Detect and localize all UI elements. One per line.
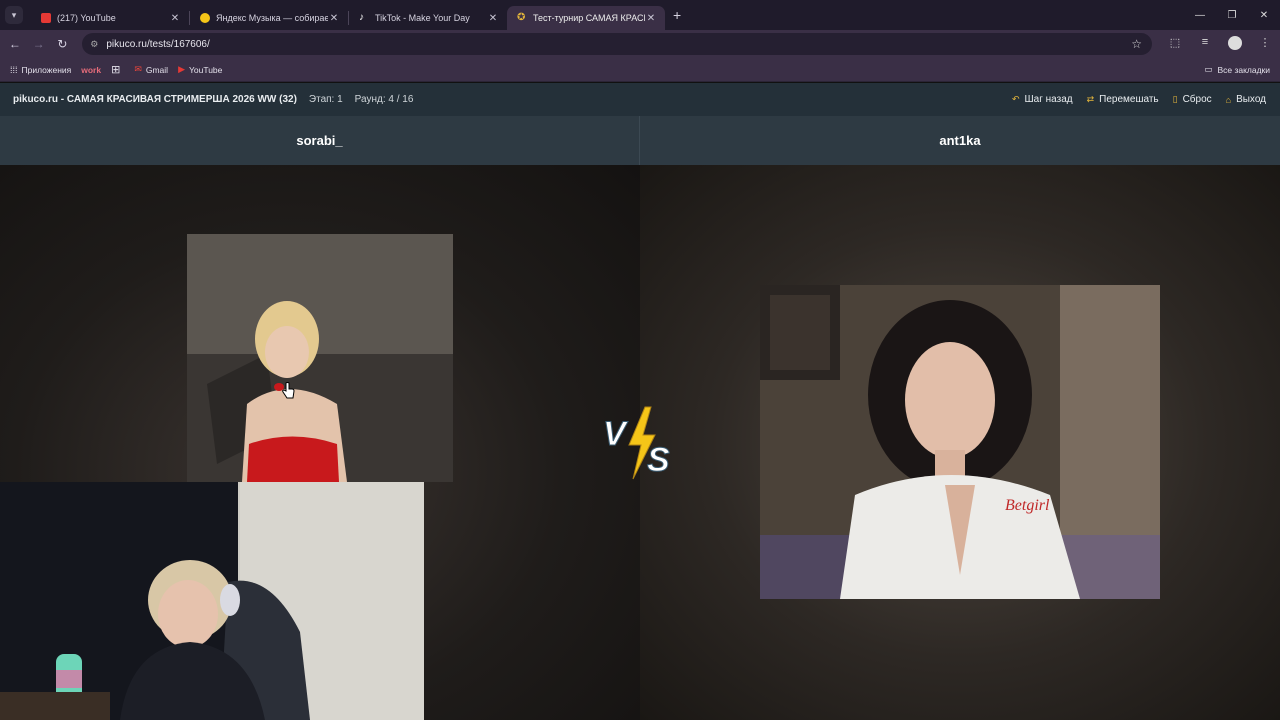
tab-close-icon[interactable]: ✕ [169, 13, 181, 24]
streamer-webcam-overlay [0, 482, 424, 720]
all-bookmarks[interactable]: ▭ Все закладки [1204, 64, 1270, 75]
extensions-icon[interactable]: ⬚ [1160, 36, 1190, 53]
vs-letter-s: S [647, 441, 670, 479]
tab-tiktok[interactable]: ♪ TikTok - Make Your Day ✕ [349, 6, 507, 30]
all-bookmarks-label: Все закладки [1217, 64, 1270, 75]
header-actions: ↶ Шаг назад ⇄ Перемешать ▯ Сброс ⌂ Выход [998, 94, 1266, 105]
profile-avatar[interactable] [1220, 35, 1250, 53]
bookmark-label: Приложения [21, 64, 72, 75]
menu-kebab-icon[interactable]: ⋮ [1250, 36, 1280, 53]
contestant-name-right[interactable]: ant1ka [640, 116, 1280, 165]
omnibox[interactable]: ⚙ pikuco.ru/tests/167606/ ☆ [82, 33, 1152, 55]
bookmark-youtube[interactable]: ▶ YouTube [178, 64, 222, 75]
tab-close-icon[interactable]: ✕ [645, 13, 657, 24]
reload-icon[interactable]: ↻ [51, 37, 75, 51]
tab-title: (217) YouTube [57, 13, 116, 23]
reset-label: Сброс [1182, 94, 1212, 105]
step-back-label: Шаг назад [1024, 94, 1073, 105]
photo-left-illustration [187, 234, 453, 482]
gmail-icon: ✉ [134, 64, 142, 74]
shirt-logo-text: Betgirl [1005, 497, 1050, 514]
contestant-photo-left[interactable] [187, 234, 453, 482]
contestant-names-bar: sorabi_ ant1ka [0, 116, 1280, 165]
toolbar-right: ⬚ ≡ ⋮ [1160, 35, 1280, 53]
apps-icon: ⁞⁞⁞ [10, 64, 18, 75]
tab-search-icon[interactable]: ▾ [5, 6, 23, 24]
hand-cursor-icon [282, 382, 295, 399]
shuffle-icon: ⇄ [1086, 94, 1095, 104]
tiktok-favicon-icon: ♪ [359, 12, 364, 23]
bookmark-label: Gmail [145, 64, 169, 75]
bookmark-apps[interactable]: ⁞⁞⁞ Приложения [10, 65, 71, 75]
youtube-favicon-icon [41, 13, 51, 23]
tournament-header: pikuco.ru - САМАЯ КРАСИВАЯ СТРИМЕРША 202… [0, 83, 1280, 116]
window-controls: — ❐ ✕ [1184, 0, 1280, 30]
forward-arrow-icon[interactable]: → [27, 37, 51, 51]
exit-label: Выход [1236, 94, 1266, 105]
minimize-icon[interactable]: — [1184, 0, 1216, 30]
bookmark-grid[interactable]: ⊞ [111, 63, 124, 76]
tab-pikuco[interactable]: ✪ Тест-турнир САМАЯ КРАСИВА ✕ [507, 6, 665, 30]
youtube-icon: ▶ [178, 64, 185, 74]
shuffle-button[interactable]: ⇄ Перемешать [1087, 94, 1159, 105]
exit-button[interactable]: ⌂ Выход [1226, 94, 1266, 105]
new-tab-plus-icon[interactable]: + [673, 7, 681, 23]
bookmark-star-icon[interactable]: ☆ [1131, 37, 1142, 51]
tab-youtube[interactable]: (217) YouTube ✕ [31, 6, 189, 30]
pikuco-favicon-icon: ✪ [517, 12, 526, 23]
media-controls-icon[interactable]: ≡ [1190, 36, 1220, 53]
tab-close-icon[interactable]: ✕ [328, 13, 340, 24]
bookmark-gmail[interactable]: ✉ Gmail [134, 64, 168, 75]
site-settings-icon[interactable]: ⚙ [90, 39, 98, 50]
photo-right-illustration: Betgirl [760, 285, 1160, 599]
back-arrow-icon[interactable]: ← [3, 37, 27, 51]
grid-icon: ⊞ [111, 64, 121, 76]
bookmark-work[interactable]: work [81, 65, 101, 75]
bookmarks-bar: ⁞⁞⁞ Приложения work ⊞ ✉ Gmail ▶ YouTube … [0, 58, 1280, 82]
vs-letter-v: V [603, 415, 629, 453]
tab-title: Яндекс Музыка — собираем м [216, 13, 328, 23]
webcam-illustration [0, 482, 424, 720]
home-icon: ⌂ [1225, 94, 1232, 105]
undo-icon: ↶ [1011, 94, 1020, 104]
tab-yandex-music[interactable]: Яндекс Музыка — собираем м ✕ [190, 6, 348, 30]
stage-label: Этап: 1 [308, 94, 343, 105]
contestant-photo-right[interactable]: Betgirl [760, 285, 1160, 599]
restore-icon[interactable]: ❐ [1216, 0, 1248, 30]
bookmark-label: work [81, 64, 102, 75]
bookmark-label: YouTube [188, 64, 223, 75]
versus-badge: V S [603, 406, 671, 480]
close-window-icon[interactable]: ✕ [1248, 0, 1280, 30]
address-toolbar: ← → ↻ ⚙ pikuco.ru/tests/167606/ ☆ ⬚ ≡ ⋮ [0, 30, 1280, 58]
tab-close-icon[interactable]: ✕ [487, 13, 499, 24]
reset-button[interactable]: ▯ Сброс [1173, 94, 1212, 105]
tab-title: Тест-турнир САМАЯ КРАСИВА [533, 13, 645, 23]
folder-icon: ▭ [1204, 64, 1213, 74]
step-back-button[interactable]: ↶ Шаг назад [1012, 94, 1073, 105]
browser-tab-strip: ▾ (217) YouTube ✕ Яндекс Музыка — собира… [0, 0, 1280, 30]
round-label: Раунд: 4 / 16 [354, 94, 414, 105]
shuffle-label: Перемешать [1099, 94, 1159, 105]
page-title[interactable]: pikuco.ru - САМАЯ КРАСИВАЯ СТРИМЕРША 202… [13, 94, 297, 105]
trash-icon: ▯ [1172, 94, 1178, 104]
contestant-name-left[interactable]: sorabi_ [0, 116, 640, 165]
yandex-music-favicon-icon [200, 13, 210, 23]
url-text[interactable]: pikuco.ru/tests/167606/ [106, 39, 1131, 50]
tab-title: TikTok - Make Your Day [375, 13, 470, 23]
